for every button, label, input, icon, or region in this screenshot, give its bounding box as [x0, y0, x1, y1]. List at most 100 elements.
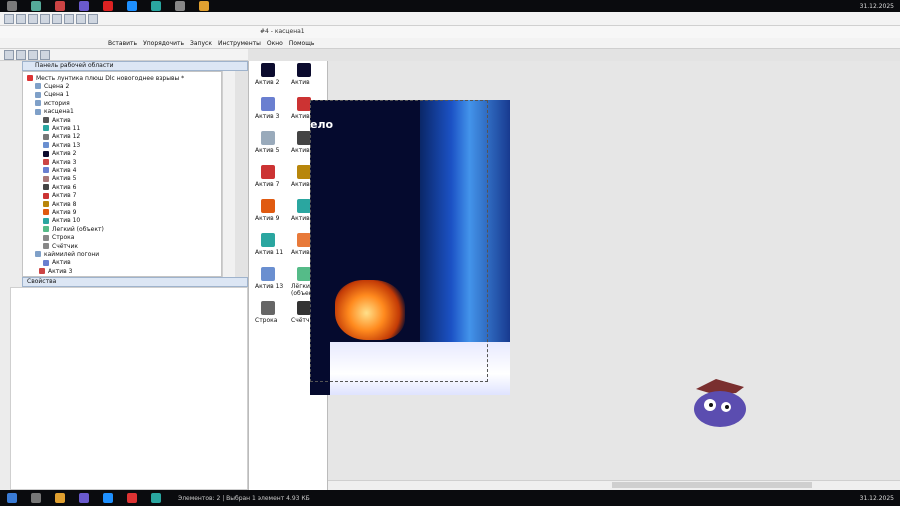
object-item[interactable]: Актив 2 — [255, 63, 291, 86]
tree-item-icon — [39, 268, 45, 275]
object-thumbnail — [297, 97, 311, 111]
tree-item[interactable]: Актив 6 — [43, 183, 76, 191]
horizontal-scroll-thumb[interactable] — [612, 482, 812, 488]
app-icon[interactable] — [103, 1, 113, 11]
clock: 31.12.2025 — [859, 494, 894, 502]
app-icon[interactable] — [55, 1, 65, 11]
object-item[interactable]: Актив 7 — [255, 165, 291, 188]
layout-select[interactable]: #4 - касцена1 — [260, 28, 305, 35]
object-item[interactable]: Актив 11 — [255, 233, 291, 256]
app-icon[interactable] — [103, 493, 113, 503]
app-icon[interactable] — [31, 1, 41, 11]
tree-item-label: Актив 4 — [52, 166, 77, 174]
secondary-toolbar — [0, 49, 248, 61]
app-icon[interactable] — [79, 1, 89, 11]
tree-item[interactable]: Актив 12 — [43, 133, 80, 141]
tree-item-icon — [43, 175, 49, 182]
tree-item-icon — [43, 201, 49, 207]
bold-icon[interactable] — [4, 49, 14, 60]
app-icon[interactable] — [55, 493, 65, 503]
tree-item[interactable]: Месть лунтика плюш Dlc новогоднее взрывы… — [27, 74, 184, 82]
tree-item-label: Актив — [52, 259, 71, 267]
copy-icon[interactable] — [76, 13, 86, 24]
tree-item[interactable]: Актив 5 — [43, 175, 76, 183]
workspace-tree: Месть лунтика плюш Dlc новогоднее взрывы… — [22, 71, 222, 277]
cut-icon[interactable] — [64, 13, 74, 24]
object-item[interactable]: Актив 5 — [255, 131, 291, 154]
object-label: Актив 2 — [255, 79, 280, 86]
app-icon[interactable] — [7, 1, 17, 11]
tree-item[interactable]: история — [35, 99, 70, 107]
tree-item-icon — [43, 142, 49, 149]
object-item[interactable]: Актив 13 — [255, 267, 291, 290]
italic-icon[interactable] — [16, 49, 26, 60]
tree-item[interactable]: Сцена 1 — [35, 91, 69, 99]
app-icon[interactable] — [31, 493, 41, 503]
tree-item[interactable]: Строка — [43, 234, 74, 242]
menu-window[interactable]: Окно — [267, 40, 283, 47]
tree-item[interactable]: касцена1 — [35, 108, 74, 116]
tree-item[interactable]: Сцена 2 — [35, 82, 69, 90]
tree-item[interactable]: Актив 13 — [43, 141, 80, 149]
paste-icon[interactable] — [88, 13, 98, 24]
tree-item-icon — [43, 192, 49, 199]
object-thumbnail — [261, 301, 275, 315]
menu-insert[interactable]: Вставить — [108, 40, 137, 47]
undo-icon[interactable] — [40, 13, 50, 24]
object-label: Актив 9 — [255, 215, 280, 222]
app-icon[interactable] — [127, 493, 137, 503]
tree-item[interactable]: Актив 9 — [43, 208, 76, 216]
object-thumbnail — [297, 199, 311, 213]
tree-item[interactable]: Актив 7 — [43, 192, 76, 200]
tree-item-label: Актив 2 — [52, 150, 77, 158]
object-item[interactable]: Актив — [291, 63, 327, 86]
app-icon[interactable] — [199, 1, 209, 11]
tree-item[interactable]: Актив 11 — [43, 124, 80, 132]
tree-item-label: Актив 7 — [52, 192, 77, 200]
redo-icon[interactable] — [52, 13, 62, 24]
menu-help[interactable]: Помощь — [289, 40, 315, 47]
tree-item[interactable]: Актив — [43, 259, 71, 267]
tree-item-label: Актив 11 — [52, 124, 81, 132]
tree-item[interactable]: Актив — [43, 116, 71, 124]
menu-run[interactable]: Запуск — [190, 40, 212, 47]
tree-item-icon — [35, 91, 41, 98]
tree-item-label: Месть лунтика плюш Dlc новогоднее взрывы… — [36, 74, 185, 82]
start-icon[interactable] — [7, 493, 17, 503]
app-icon[interactable] — [79, 493, 89, 503]
tree-item-label: Актив 3 — [52, 158, 77, 166]
tree-scrollbar[interactable] — [222, 71, 235, 277]
tree-item[interactable]: Актив 8 — [43, 200, 76, 208]
app-icon[interactable] — [127, 1, 137, 11]
open-icon[interactable] — [16, 13, 26, 24]
object-item[interactable]: Актив 3 — [255, 97, 291, 120]
object-item[interactable]: Актив 9 — [255, 199, 291, 222]
menu-bar: Вставить Упорядочить Запуск Инструменты … — [0, 38, 900, 49]
selection-box — [310, 100, 488, 382]
align-icon[interactable] — [28, 49, 38, 60]
tree-item-label: Актив 9 — [52, 208, 77, 216]
tree-item[interactable]: Актив 4 — [43, 166, 76, 174]
save-icon[interactable] — [28, 13, 38, 24]
tree-item-label: история — [44, 99, 70, 107]
tree-item-label: Сцена 1 — [44, 91, 70, 99]
tree-item-label: Актив 10 — [52, 217, 81, 225]
tree-item-icon — [43, 184, 49, 191]
taskbar-top: 31.12.2025 — [0, 0, 900, 12]
tree-item[interactable]: Актив 3 — [39, 267, 72, 275]
app-icon[interactable] — [175, 1, 185, 11]
object-label: Актив 3 — [255, 113, 280, 120]
app-icon[interactable] — [151, 493, 161, 503]
tree-item[interactable]: каймилей погони — [35, 250, 99, 258]
object-item[interactable]: Строка — [255, 301, 291, 324]
tree-item[interactable]: Актив 10 — [43, 217, 80, 225]
tree-item[interactable]: Легкий (объект) — [43, 225, 104, 233]
menu-arrange[interactable]: Упорядочить — [143, 40, 184, 47]
tree-item[interactable]: Счётчик — [43, 242, 78, 250]
grid-icon[interactable] — [40, 49, 50, 60]
tree-item[interactable]: Актив 3 — [43, 158, 76, 166]
app-icon[interactable] — [151, 1, 161, 11]
menu-tools[interactable]: Инструменты — [218, 40, 261, 47]
new-icon[interactable] — [4, 13, 14, 24]
tree-item[interactable]: Актив 2 — [43, 150, 76, 158]
